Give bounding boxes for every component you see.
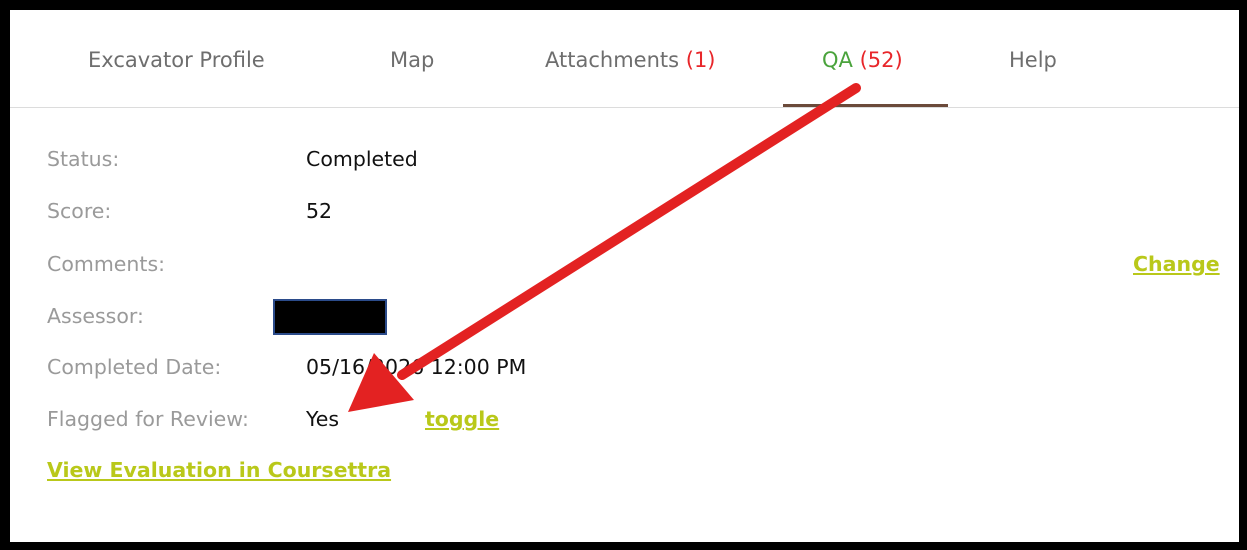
assessor-label: Assessor: [47,304,144,328]
tab-attachments[interactable]: Attachments (1) [545,48,716,72]
tab-qa-label: QA [822,48,853,72]
completed-date-label: Completed Date: [47,355,222,379]
tab-map[interactable]: Map [390,48,434,72]
tab-excavator-profile-label: Excavator Profile [88,48,265,72]
tab-qa-count: (52) [859,48,903,72]
change-link[interactable]: Change [1133,252,1220,276]
view-evaluation-link[interactable]: View Evaluation in Coursettra [47,458,391,482]
toggle-link[interactable]: toggle [425,407,499,431]
tab-help[interactable]: Help [1009,48,1057,72]
score-value: 52 [306,199,333,223]
active-tab-indicator [783,104,948,107]
flagged-for-review-label: Flagged for Review: [47,407,249,431]
comments-label: Comments: [47,252,166,276]
tab-map-label: Map [390,48,435,72]
tab-attachments-label: Attachments [545,48,680,72]
assessor-redaction [273,299,387,335]
tab-help-label: Help [1009,48,1057,72]
status-label: Status: [47,147,120,171]
qa-panel: Excavator Profile Map Attachments (1) QA… [10,10,1239,542]
score-label: Score: [47,199,112,223]
completed-date-value: 05/16/2026 12:00 PM [306,355,527,379]
tab-excavator-profile[interactable]: Excavator Profile [88,48,265,72]
tab-qa[interactable]: QA (52) [822,48,903,72]
tab-attachments-count: (1) [685,48,716,72]
flagged-for-review-value: Yes [306,407,340,431]
tab-bar: Excavator Profile Map Attachments (1) QA… [10,10,1239,108]
status-value: Completed [306,147,418,171]
